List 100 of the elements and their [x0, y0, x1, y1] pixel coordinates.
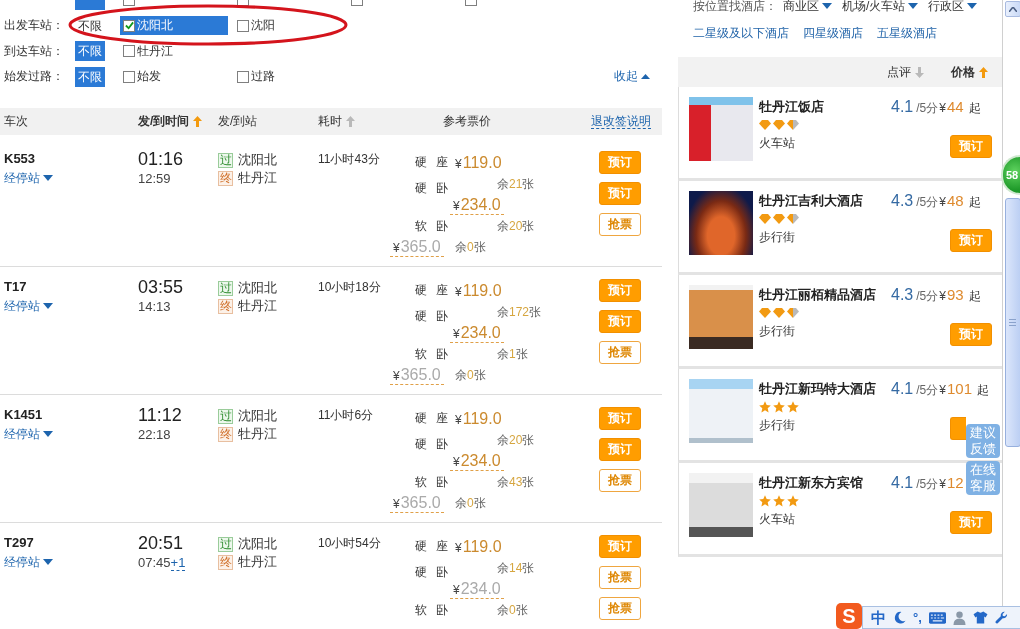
ticket-price: ¥365.0	[390, 494, 444, 513]
wrench-icon[interactable]	[994, 611, 1008, 624]
filter-option[interactable]: 始发	[120, 67, 165, 86]
grab-ticket-button[interactable]: 抢票	[599, 597, 641, 620]
tickets-left: 余0张	[455, 239, 486, 256]
star-icon	[759, 401, 771, 413]
ticket-price: ¥119.0	[455, 153, 502, 171]
tickets-left: 余1张	[497, 345, 528, 363]
hotel-name[interactable]: 牡丹江新玛特大酒店	[759, 379, 891, 398]
shirt-icon[interactable]	[972, 611, 988, 624]
checkbox[interactable]	[237, 19, 249, 32]
hotel-rating: 4.1	[891, 97, 914, 116]
checkbox[interactable]	[123, 70, 135, 83]
rating-scale: /5分	[916, 194, 939, 211]
ime-logo[interactable]: S	[836, 603, 862, 629]
train-number: T17	[4, 279, 27, 295]
filter-option[interactable]: 牡丹江	[120, 41, 177, 61]
train-number: T297	[4, 535, 34, 551]
photo-placeholder	[689, 379, 753, 443]
sort-option[interactable]: 点评	[887, 63, 924, 81]
tickets-left: 余20张	[497, 432, 535, 449]
arrival-time: 14:13	[138, 298, 171, 315]
scroll-up-button[interactable]	[1004, 1, 1020, 17]
ticket-price: ¥234.0	[450, 196, 504, 215]
hotel-price: ¥12	[939, 473, 964, 493]
collapse-link[interactable]: 收起	[614, 68, 650, 85]
caret-down-icon	[43, 559, 53, 565]
ticket-price: ¥234.0	[450, 452, 504, 471]
area-dropdown[interactable]: 商业区	[783, 0, 832, 15]
stops-link[interactable]: 经停站	[4, 425, 53, 443]
keyboard-icon[interactable]	[928, 611, 946, 624]
station-name: 牡丹江	[238, 297, 277, 315]
filter-option[interactable]: 沈阳北	[120, 16, 228, 35]
hotel-grade-link[interactable]: 四星级酒店	[803, 24, 863, 42]
rating-scale: /5分	[916, 288, 939, 305]
seat-type: 硬 座	[415, 537, 449, 555]
area-dropdown[interactable]: 机场/火车站	[842, 0, 919, 15]
star-icon	[773, 495, 785, 507]
column-header[interactable]: 发/到时间	[138, 113, 190, 130]
filter-option[interactable]: 过路	[234, 67, 279, 86]
any-option[interactable]: 不限	[75, 66, 105, 87]
grab-ticket-button[interactable]: 抢票	[599, 341, 641, 364]
star-icon	[787, 495, 799, 507]
station-name: 牡丹江	[238, 425, 277, 443]
checkbox[interactable]	[237, 70, 249, 83]
ticket-price: ¥119.0	[455, 409, 502, 427]
hotel-name[interactable]: 牡丹江吉利大酒店	[759, 191, 891, 210]
train-number: K1451	[4, 407, 43, 423]
rating-scale: /5分	[916, 382, 939, 399]
column-header[interactable]: 耗时	[318, 113, 342, 130]
stops-link[interactable]: 经停站	[4, 297, 53, 315]
price-suffix: 起	[968, 194, 981, 211]
scrollbar-thumb[interactable]	[1004, 198, 1020, 447]
departure-time: 01:16	[138, 151, 184, 168]
tickets-left: 余0张	[455, 495, 486, 512]
filter-label: 出发车站：	[3, 17, 64, 34]
hotel-grade-link[interactable]: 五星级酒店	[877, 24, 937, 42]
checkbox[interactable]	[123, 45, 135, 57]
hotel-name[interactable]: 牡丹江丽栢精品酒店	[759, 285, 891, 304]
diamond-icon	[787, 120, 799, 130]
stops-link[interactable]: 经停站	[4, 553, 53, 571]
price-suffix: 起	[968, 100, 981, 117]
diamond-icon	[787, 214, 799, 224]
hotel-name[interactable]: 牡丹江饭店	[759, 97, 891, 116]
ticket-price: ¥365.0	[390, 238, 444, 257]
area-dropdown[interactable]: 行政区	[928, 0, 978, 15]
station-name: 牡丹江	[238, 169, 277, 187]
seat-type: 硬 座	[415, 153, 449, 171]
grab-ticket-button[interactable]: 抢票	[599, 469, 641, 492]
grab-ticket-button[interactable]: 抢票	[599, 566, 641, 589]
filter-option[interactable]: 沈阳	[234, 16, 279, 35]
moon-icon[interactable]	[893, 611, 906, 624]
stops-link[interactable]: 经停站	[4, 169, 53, 187]
any-option[interactable]: 不限	[75, 41, 105, 61]
any-option[interactable]: 不限	[75, 15, 105, 36]
station-badge: 过	[218, 536, 233, 552]
arrival-time: 07:45	[138, 554, 171, 571]
filter-label: 到达车站：	[3, 42, 64, 60]
refund-policy-link[interactable]: 退改签说明	[591, 114, 651, 129]
location-filter-label: 按位置找酒店：	[693, 0, 777, 15]
hotel-rating: 4.1	[891, 379, 914, 398]
sort-option[interactable]: 价格	[951, 63, 988, 81]
hotel-grade-link[interactable]: 二星级及以下酒店	[693, 24, 789, 42]
user-icon[interactable]	[952, 610, 966, 625]
caret-down-icon	[43, 303, 53, 309]
caret-up-icon	[641, 74, 650, 79]
tickets-left: 余43张	[497, 473, 535, 491]
ticket-price: ¥119.0	[455, 281, 502, 299]
duration: 10小时54分	[318, 535, 381, 551]
star-icon	[787, 401, 799, 413]
hotel-name[interactable]: 牡丹江新东方宾馆	[759, 473, 891, 492]
grab-ticket-button[interactable]: 抢票	[599, 213, 641, 236]
seat-type: 软 卧	[415, 601, 449, 619]
hotel-price: ¥93	[939, 285, 964, 305]
photo-placeholder	[689, 473, 753, 537]
star-icon	[759, 495, 771, 507]
punctuation-toggle[interactable]: °,	[913, 609, 922, 626]
caret-down-icon	[43, 431, 53, 437]
input-mode-toggle[interactable]: 中	[871, 608, 886, 627]
checkbox[interactable]	[123, 19, 135, 32]
